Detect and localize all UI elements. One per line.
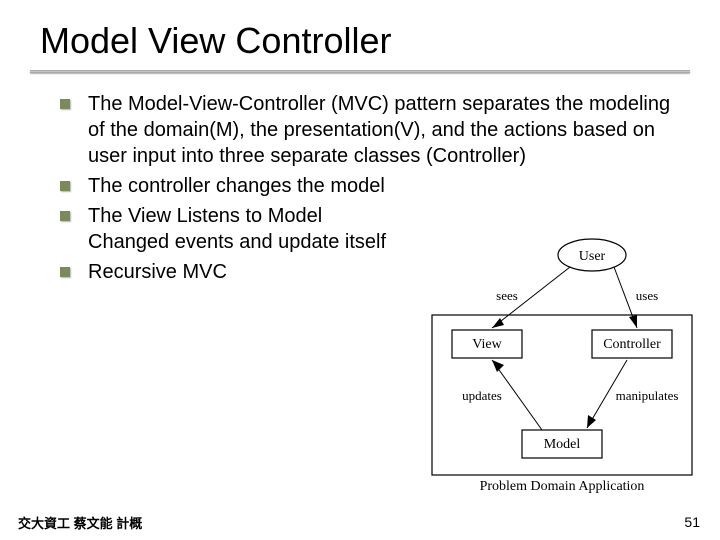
- arrowhead-icon: [629, 315, 637, 328]
- arrowhead-icon: [587, 415, 596, 428]
- page-title: Model View Controller: [0, 10, 720, 70]
- view-label: View: [472, 337, 502, 352]
- edge-updates-label: updates: [462, 388, 502, 403]
- mvc-diagram: User View Controller Model sees uses u: [422, 235, 702, 495]
- bullet-item: The controller changes the model: [60, 173, 690, 199]
- user-label: User: [579, 249, 606, 264]
- model-label: Model: [544, 437, 581, 452]
- footer-text: 交大資工 蔡文能 計概: [18, 513, 142, 532]
- slide: Model View Controller The Model-View-Con…: [0, 0, 720, 540]
- arrowhead-icon: [492, 360, 504, 372]
- edge-uses-label: uses: [636, 288, 658, 303]
- controller-label: Controller: [603, 337, 661, 352]
- diagram-caption: Problem Domain Application: [480, 479, 645, 494]
- bullet-item: The View Listens to Model Changed events…: [60, 203, 400, 255]
- edge-manipulates-label: manipulates: [616, 388, 679, 403]
- edge-sees-label: sees: [496, 288, 518, 303]
- bullet-item: The Model-View-Controller (MVC) pattern …: [60, 91, 690, 169]
- page-number: 51: [684, 514, 700, 530]
